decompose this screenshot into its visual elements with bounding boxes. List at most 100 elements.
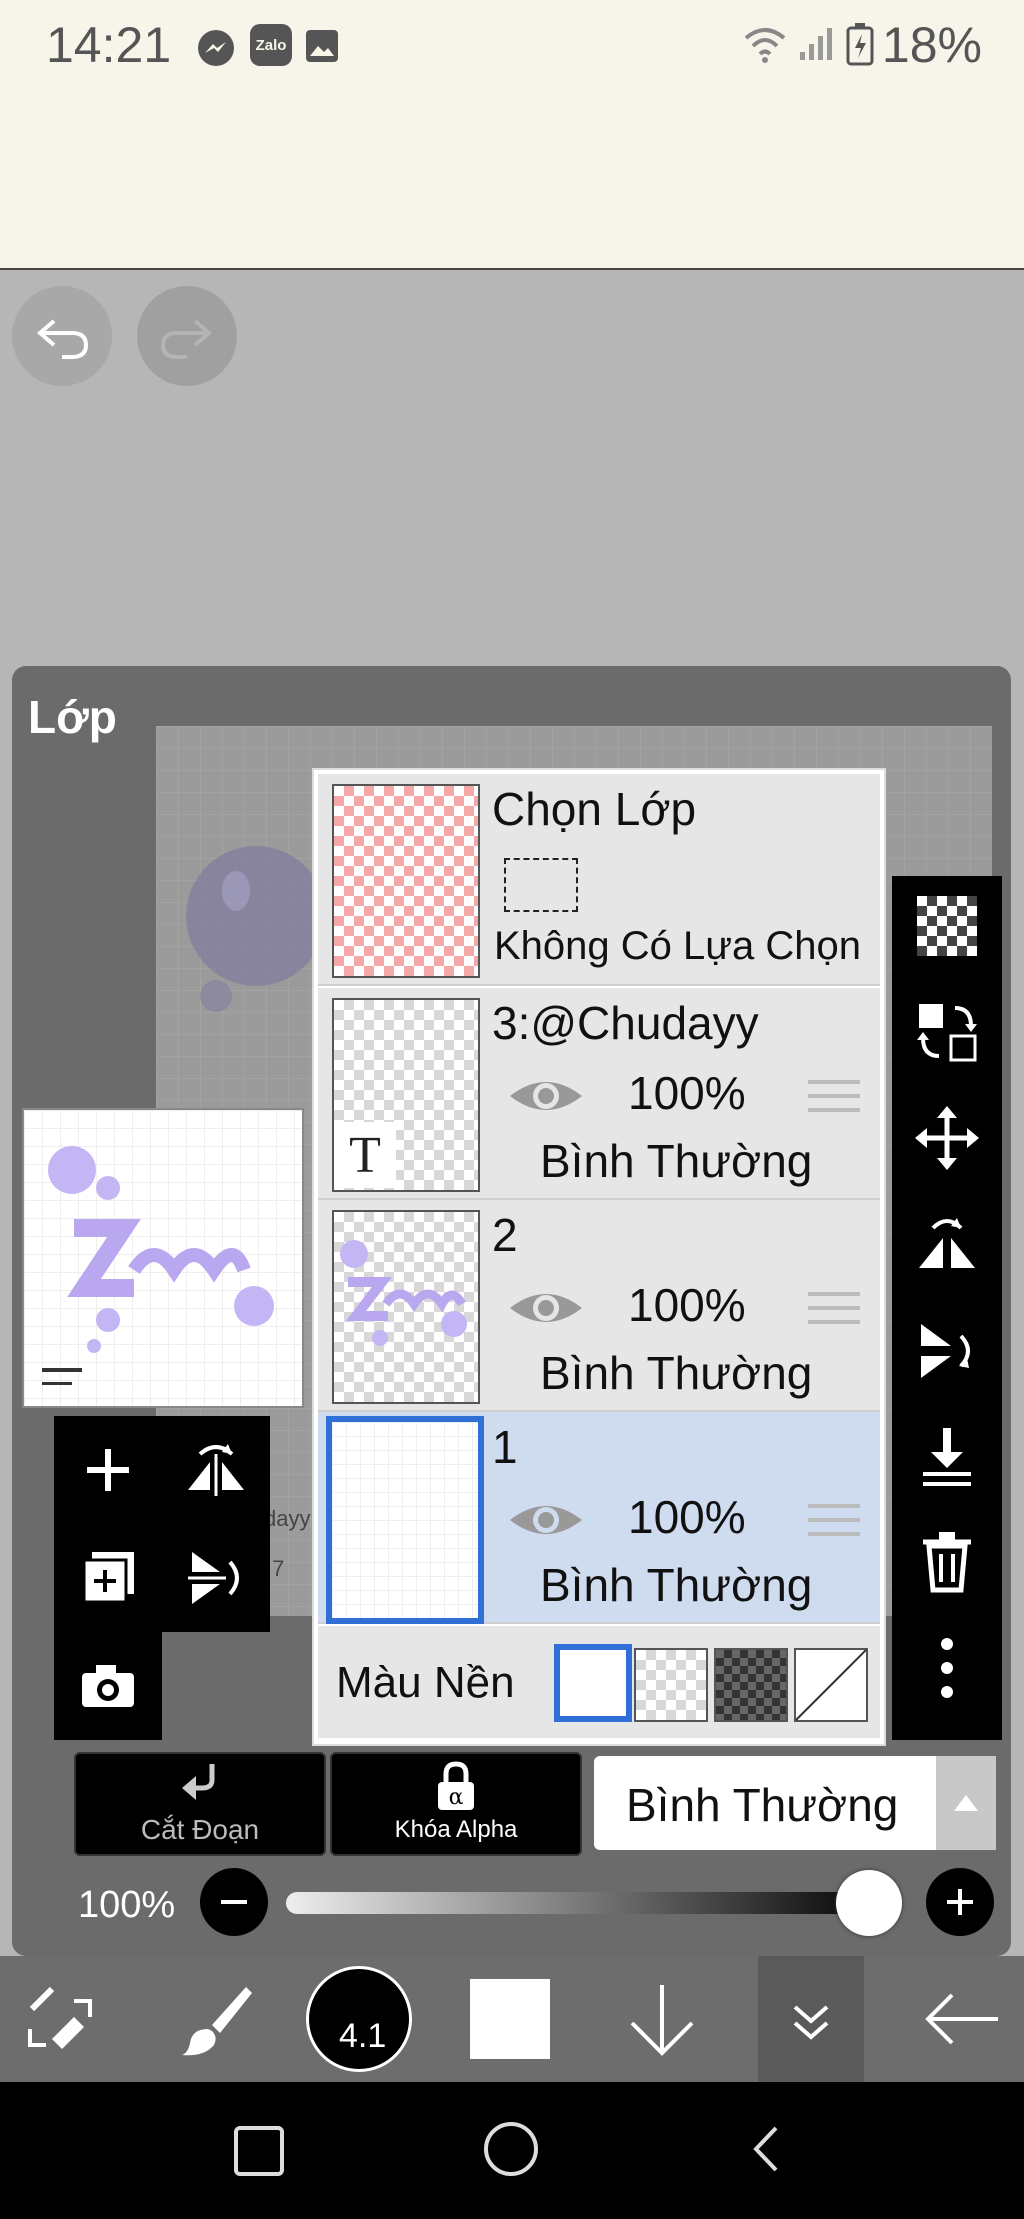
checkerboard-icon bbox=[917, 896, 977, 956]
back-button[interactable] bbox=[900, 1956, 1024, 2082]
duplicate-layer-icon bbox=[82, 1552, 134, 1604]
drag-handle-icon[interactable] bbox=[808, 1076, 860, 1116]
text-layer-icon: T bbox=[334, 1122, 396, 1188]
flip-vertical-button[interactable] bbox=[162, 1524, 270, 1632]
transparency-button[interactable] bbox=[892, 876, 1002, 976]
flip-vertical-icon bbox=[188, 1552, 239, 1604]
alpha-lock-button[interactable]: α Khóa Alpha bbox=[330, 1752, 582, 1856]
opacity-label: 100% bbox=[78, 1884, 176, 1926]
clipping-button[interactable]: Cắt Đoạn bbox=[74, 1752, 326, 1856]
flip-vertical-icon bbox=[921, 1324, 970, 1378]
color-button[interactable] bbox=[448, 1956, 572, 2082]
brush-size-button[interactable]: 4.1 bbox=[304, 1956, 414, 2082]
layers-panel-button[interactable] bbox=[758, 1956, 864, 2082]
delete-layer-button[interactable] bbox=[892, 1512, 1002, 1612]
dashed-selection-icon bbox=[504, 858, 578, 912]
flip-vertical-tool-button[interactable] bbox=[892, 1300, 1002, 1400]
selection-subtitle: Không Có Lựa Chọn bbox=[494, 924, 862, 968]
arrow-left-icon bbox=[925, 1993, 998, 2045]
brush-icon bbox=[182, 1987, 252, 2056]
background-color-row: Màu Nền bbox=[318, 1626, 880, 1738]
background-transparent-swatch[interactable] bbox=[634, 1648, 708, 1722]
blend-mode-arrow[interactable] bbox=[936, 1756, 996, 1850]
chevron-up-icon bbox=[954, 1795, 978, 1811]
flip-horizontal-button[interactable] bbox=[162, 1416, 270, 1524]
eye-icon[interactable] bbox=[508, 1076, 584, 1116]
add-layer-button[interactable] bbox=[54, 1416, 162, 1524]
camera-button[interactable] bbox=[54, 1632, 162, 1740]
swap-layer-icon bbox=[917, 1004, 977, 1062]
zalo-icon: Zalo bbox=[250, 24, 292, 66]
selection-thumbnail bbox=[332, 784, 480, 978]
layer-name: 3:@Chudayy bbox=[492, 997, 759, 1049]
back-nav-icon[interactable] bbox=[748, 2124, 784, 2174]
layer-row-2[interactable]: 2 100% Bình Thường bbox=[318, 1200, 880, 1412]
bubble-art bbox=[186, 846, 326, 1012]
plus-icon bbox=[87, 1449, 129, 1491]
layer-blend-mode: Bình Thường bbox=[540, 1559, 813, 1611]
arrow-down-icon bbox=[630, 1985, 694, 2056]
layer-row-1[interactable]: 1 100% Bình Thường bbox=[318, 1412, 880, 1624]
signal-icon bbox=[800, 28, 832, 60]
canvas-thumbnail[interactable] bbox=[22, 1108, 304, 1408]
system-nav-bar bbox=[0, 2082, 1024, 2219]
move-button[interactable] bbox=[892, 1088, 1002, 1188]
redo-icon bbox=[160, 319, 213, 359]
status-time: 14:21 bbox=[46, 17, 172, 73]
move-icon bbox=[915, 1106, 979, 1170]
background-none-swatch[interactable] bbox=[794, 1648, 868, 1722]
color-swatch bbox=[470, 1979, 550, 2059]
flip-horizontal-tool-button[interactable] bbox=[892, 1194, 1002, 1294]
drag-handle-icon[interactable] bbox=[808, 1288, 860, 1328]
brush-tool-button[interactable] bbox=[154, 1956, 278, 2082]
eye-icon[interactable] bbox=[508, 1500, 584, 1540]
panel-title: Lớp bbox=[28, 691, 117, 743]
battery-icon bbox=[846, 23, 874, 66]
gallery-icon bbox=[306, 30, 338, 62]
alpha-lock-label: Khóa Alpha bbox=[394, 1816, 518, 1843]
selection-tool-button[interactable] bbox=[0, 1956, 124, 2082]
bottom-toolbar: 4.1 bbox=[0, 1956, 1024, 2082]
import-button[interactable] bbox=[600, 1956, 724, 2082]
thumbnail-art bbox=[42, 1146, 274, 1385]
blend-mode-dropdown[interactable]: Bình Thường bbox=[594, 1756, 996, 1850]
background-label: Màu Nền bbox=[336, 1658, 515, 1707]
more-options-button[interactable] bbox=[892, 1618, 1002, 1718]
merge-down-button[interactable] bbox=[892, 1406, 1002, 1506]
flip-horizontal-icon bbox=[919, 1218, 975, 1268]
home-icon[interactable] bbox=[484, 2122, 538, 2176]
layer-opacity: 100% bbox=[628, 1491, 746, 1543]
background-white-swatch[interactable] bbox=[554, 1644, 632, 1722]
opacity-increase-button[interactable] bbox=[926, 1868, 994, 1936]
eye-icon[interactable] bbox=[508, 1288, 584, 1328]
opacity-slider-thumb[interactable] bbox=[836, 1870, 902, 1936]
opacity-decrease-button[interactable] bbox=[200, 1868, 268, 1936]
layer-blend-mode: Bình Thường bbox=[540, 1347, 813, 1399]
camera-icon bbox=[82, 1665, 134, 1707]
drag-handle-icon[interactable] bbox=[808, 1500, 860, 1540]
status-bar: 14:21 Zalo 18% bbox=[0, 0, 1024, 270]
undo-button[interactable] bbox=[12, 286, 112, 386]
layer-thumbnail: T bbox=[332, 998, 480, 1192]
canvas-text-1: dayy bbox=[264, 1506, 311, 1531]
flip-horizontal-icon bbox=[188, 1444, 244, 1496]
layer-row-3[interactable]: T 3:@Chudayy 100% Bình Thường bbox=[318, 988, 880, 1200]
layer-opacity: 100% bbox=[628, 1067, 746, 1119]
duplicate-layer-button[interactable] bbox=[54, 1524, 162, 1632]
redo-button[interactable] bbox=[137, 286, 237, 386]
layer-blend-mode: Bình Thường bbox=[540, 1135, 813, 1187]
layer-name: 2 bbox=[492, 1209, 518, 1261]
recents-icon[interactable] bbox=[234, 2126, 284, 2176]
brush-size-indicator: 4.1 bbox=[306, 1966, 412, 2072]
messenger-icon bbox=[198, 30, 234, 66]
trash-icon bbox=[923, 1532, 971, 1593]
transform-tool-icon bbox=[28, 1986, 92, 2049]
collapse-icon bbox=[793, 2005, 829, 2040]
wifi-icon bbox=[744, 28, 786, 63]
background-dark-checker-swatch[interactable] bbox=[714, 1648, 788, 1722]
selection-title: Chọn Lớp bbox=[492, 783, 697, 835]
selection-row[interactable]: Chọn Lớp Không Có Lựa Chọn bbox=[318, 774, 880, 986]
transform-layer-button[interactable] bbox=[892, 982, 1002, 1082]
opacity-slider-track[interactable] bbox=[286, 1892, 886, 1914]
layer-opacity: 100% bbox=[628, 1279, 746, 1331]
